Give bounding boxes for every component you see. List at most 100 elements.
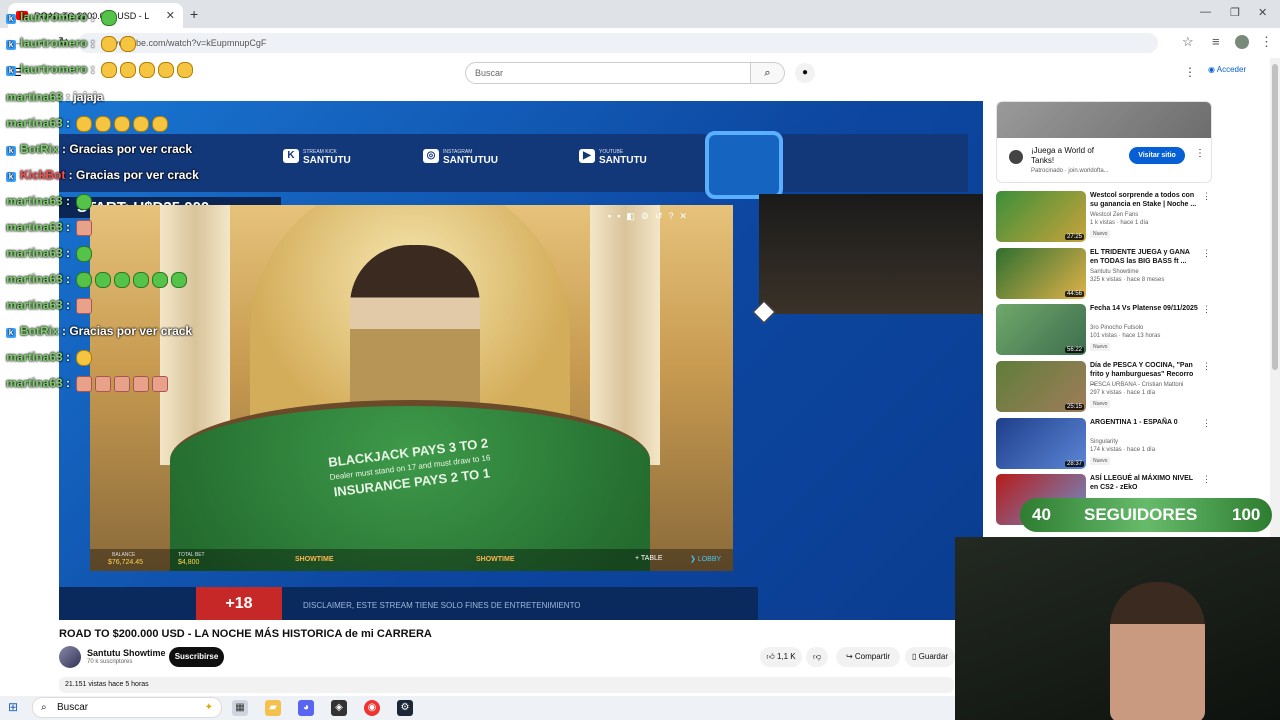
video-thumbnail[interactable]: 28:37 xyxy=(996,418,1086,469)
ad-logo-icon xyxy=(1009,150,1023,164)
microphone-icon: ● xyxy=(801,67,809,78)
reading-list-icon[interactable]: ≡ xyxy=(1212,34,1220,49)
share-button[interactable]: ↪ Compartir xyxy=(836,647,900,667)
game-control-icons[interactable]: ▪▪◧⚙↺?✕ xyxy=(608,211,693,222)
video-thumbnail[interactable]: 44:56 xyxy=(996,248,1086,299)
save-button[interactable]: ▯ Guardar xyxy=(905,647,955,667)
search-input[interactable]: Buscar xyxy=(465,62,751,84)
app-icon[interactable]: ◈ xyxy=(331,700,347,716)
share-icon: ↪ xyxy=(845,652,853,661)
emoji-icon xyxy=(76,246,93,262)
emoji-icon xyxy=(95,376,112,392)
follower-goal-bar: 40 SEGUIDORES 100 xyxy=(1020,498,1272,532)
video-menu-icon[interactable]: ⋮ xyxy=(1202,474,1211,485)
emoji-icon xyxy=(114,272,131,288)
taskbar-search[interactable]: ⌕ Buscar ✦ xyxy=(32,697,222,718)
emoji-icon xyxy=(120,62,137,78)
channel-name[interactable]: Santutu Showtime xyxy=(87,648,166,658)
facecam-person xyxy=(1110,582,1205,720)
chrome-icon[interactable]: ◉ xyxy=(364,700,380,716)
chat-message: k laurtromero : xyxy=(6,62,194,78)
windows-start-icon[interactable]: ⊞ xyxy=(8,700,18,714)
instagram-icon: ◎ xyxy=(423,149,439,163)
settings-menu-icon[interactable]: ⋮ xyxy=(1184,65,1196,79)
blackjack-game-view: BLACKJACK PAYS 3 TO 2 Dealer must stand … xyxy=(90,205,733,571)
minimize-icon[interactable]: — xyxy=(1200,6,1211,18)
recommended-video[interactable]: 44:56 EL TRIDENTE JUEGA y GANA en TODAS … xyxy=(996,248,1216,302)
kick-icon: K xyxy=(283,149,299,163)
chat-message: martina63 : xyxy=(6,194,93,210)
bookmark-icon: ▯ xyxy=(912,652,917,661)
facecam-overlay xyxy=(955,537,1280,720)
ad-title: ¡Juega a World of Tanks! xyxy=(1031,146,1094,165)
emoji-icon xyxy=(101,62,118,78)
recommended-video[interactable]: 28:37 ARGENTINA 1 - ESPAÑA 0 Singularity… xyxy=(996,418,1216,472)
emoji-icon xyxy=(76,350,93,366)
video-menu-icon[interactable]: ⋮ xyxy=(1202,248,1211,259)
scrollbar-thumb[interactable] xyxy=(1272,64,1278,370)
subscribe-button[interactable]: Suscribirse xyxy=(169,647,224,667)
chat-message: k BotRix : Gracias por ver crack xyxy=(6,324,192,338)
lobby-button[interactable]: ❯ LOBBY xyxy=(690,555,721,563)
steam-icon[interactable]: ⚙ xyxy=(397,700,413,716)
social-youtube: ▶ YOUTUBE SANTUTU xyxy=(579,149,647,166)
emoji-icon xyxy=(133,116,150,132)
emoji-icon xyxy=(120,36,137,52)
new-tab-button[interactable]: + xyxy=(190,6,198,22)
ad-menu-icon[interactable]: ⋮ xyxy=(1195,148,1205,159)
ad-visit-button[interactable]: Visitar sitio xyxy=(1129,147,1185,164)
emoji-icon xyxy=(76,116,93,132)
video-menu-icon[interactable]: ⋮ xyxy=(1202,418,1211,429)
signin-button[interactable]: ◉ Acceder xyxy=(1208,65,1246,74)
chat-message: martina63 : xyxy=(6,350,93,366)
emoji-icon xyxy=(152,116,169,132)
channel-avatar[interactable] xyxy=(59,646,81,668)
table-button[interactable]: + TABLE xyxy=(635,555,663,562)
emoji-icon xyxy=(95,116,112,132)
bookmark-star-icon[interactable]: ☆ xyxy=(1182,34,1194,50)
chat-message: k KickBot : Gracias por ver crack xyxy=(6,168,199,182)
video-thumbnail[interactable]: 27:25 xyxy=(996,191,1086,242)
video-menu-icon[interactable]: ⋮ xyxy=(1202,361,1211,372)
platform-badge-icon: k xyxy=(6,328,16,338)
video-menu-icon[interactable]: ⋮ xyxy=(1202,191,1211,202)
file-explorer-icon[interactable]: ▰ xyxy=(265,700,281,716)
recommended-video[interactable]: 27:25 Westcol sorprende a todos con su g… xyxy=(996,191,1216,245)
platform-badge-icon: k xyxy=(6,14,16,25)
profile-avatar[interactable] xyxy=(1235,35,1249,49)
video-thumbnail[interactable]: 56:22 xyxy=(996,304,1086,355)
ad-banner-image xyxy=(997,102,1211,138)
emoji-icon xyxy=(114,116,131,132)
chat-message: martina63 : xyxy=(6,246,93,262)
recommended-video[interactable]: 25:15 Día de PESCA Y COCINA, "Pan frito … xyxy=(996,361,1216,415)
close-tab-icon[interactable]: ✕ xyxy=(166,9,175,22)
browser-menu-icon[interactable]: ⋮ xyxy=(1260,34,1273,50)
search-button[interactable]: ⌕ xyxy=(751,62,785,84)
streamer-webcam xyxy=(759,194,983,314)
video-thumbnail[interactable]: 25:15 xyxy=(996,361,1086,412)
signin-label: Acceder xyxy=(1216,65,1247,74)
recommended-video[interactable]: 56:22 Fecha 14 Vs Platense 09/11/2025 3r… xyxy=(996,304,1216,358)
voice-search-button[interactable]: ● xyxy=(795,63,815,83)
chat-message: martina63 : xyxy=(6,298,93,314)
decorative-tv-graphic xyxy=(705,131,783,199)
emoji-icon xyxy=(152,376,169,392)
view-count: 21.151 vistas hace 5 horas xyxy=(59,677,954,693)
task-view-icon[interactable]: ▦ xyxy=(232,700,248,716)
sidebar-ad[interactable]: ¡Juega a World of Tanks! Patrocinado · j… xyxy=(996,101,1212,183)
stream-banner xyxy=(59,134,968,192)
like-button[interactable]: 👍︎ 1,1 K xyxy=(760,647,802,667)
dislike-button[interactable]: 👎︎ xyxy=(806,647,828,667)
url-field[interactable]: youtube.com/watch?v=kEupmnupCgF xyxy=(78,33,1158,53)
maximize-icon[interactable]: ❐ xyxy=(1230,6,1240,19)
emoji-icon xyxy=(114,376,131,392)
chat-message: martina63 : xyxy=(6,272,188,288)
subscriber-count: 70 k suscriptores xyxy=(87,659,133,665)
video-menu-icon[interactable]: ⋮ xyxy=(1202,304,1211,315)
emoji-icon xyxy=(158,62,175,78)
search-highlight-icon: ✦ xyxy=(204,702,213,713)
close-window-icon[interactable]: ✕ xyxy=(1258,6,1267,19)
platform-badge-icon: k xyxy=(6,40,16,51)
discord-icon[interactable]: ◕ xyxy=(298,700,314,716)
emoji-icon xyxy=(101,10,118,26)
